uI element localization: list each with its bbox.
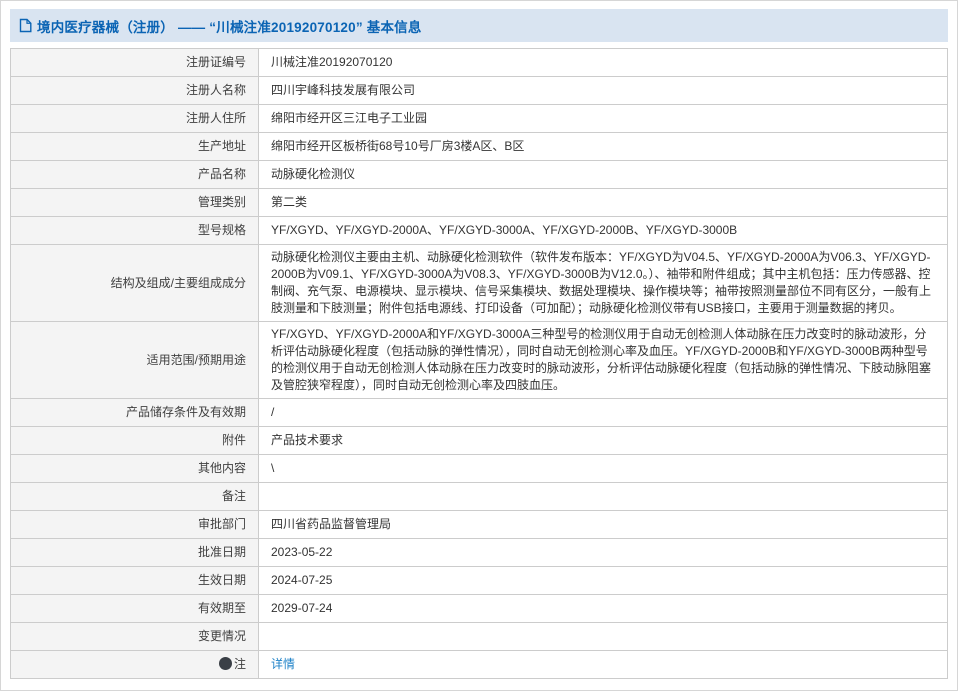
row-value: 2024-07-25 <box>259 567 948 595</box>
registration-info-table: 注册证编号川械注准20192070120注册人名称四川宇峰科技发展有限公司注册人… <box>10 48 948 679</box>
document-icon <box>19 18 32 33</box>
table-row: 注详情 <box>11 651 948 679</box>
row-value <box>259 623 948 651</box>
row-label: 其他内容 <box>11 455 259 483</box>
row-label: 注册人住所 <box>11 105 259 133</box>
detail-link[interactable]: 详情 <box>271 657 295 671</box>
row-value: 四川省药品监督管理局 <box>259 511 948 539</box>
row-value: / <box>259 399 948 427</box>
row-value: 川械注准20192070120 <box>259 49 948 77</box>
row-label: 管理类别 <box>11 189 259 217</box>
row-value: 2029-07-24 <box>259 595 948 623</box>
row-value: 产品技术要求 <box>259 427 948 455</box>
row-value: \ <box>259 455 948 483</box>
row-value: 动脉硬化检测仪 <box>259 161 948 189</box>
page-header: 境内医疗器械（注册） —— “川械注准20192070120” 基本信息 <box>10 9 948 42</box>
row-value: YF/XGYD、YF/XGYD-2000A和YF/XGYD-3000A三种型号的… <box>259 322 948 399</box>
note-icon <box>219 657 232 670</box>
table-row: 生效日期2024-07-25 <box>11 567 948 595</box>
table-row: 变更情况 <box>11 623 948 651</box>
row-label: 审批部门 <box>11 511 259 539</box>
row-label: 注 <box>11 651 259 679</box>
table-row: 注册人名称四川宇峰科技发展有限公司 <box>11 77 948 105</box>
row-label: 生产地址 <box>11 133 259 161</box>
row-value: YF/XGYD、YF/XGYD-2000A、YF/XGYD-3000A、YF/X… <box>259 217 948 245</box>
table-row: 审批部门四川省药品监督管理局 <box>11 511 948 539</box>
row-value: 动脉硬化检测仪主要由主机、动脉硬化检测软件（软件发布版本：YF/XGYD为V04… <box>259 245 948 322</box>
page-title: 境内医疗器械（注册） —— “川械注准20192070120” 基本信息 <box>37 16 422 36</box>
row-label: 有效期至 <box>11 595 259 623</box>
table-row: 批准日期2023-05-22 <box>11 539 948 567</box>
row-label: 型号规格 <box>11 217 259 245</box>
row-label: 备注 <box>11 483 259 511</box>
table-row: 有效期至2029-07-24 <box>11 595 948 623</box>
table-row: 适用范围/预期用途YF/XGYD、YF/XGYD-2000A和YF/XGYD-3… <box>11 322 948 399</box>
row-value: 绵阳市经开区板桥街68号10号厂房3楼A区、B区 <box>259 133 948 161</box>
row-label: 产品名称 <box>11 161 259 189</box>
table-row: 产品储存条件及有效期/ <box>11 399 948 427</box>
row-label: 结构及组成/主要组成成分 <box>11 245 259 322</box>
table-row: 备注 <box>11 483 948 511</box>
row-label: 附件 <box>11 427 259 455</box>
row-label: 注册人名称 <box>11 77 259 105</box>
row-value: 2023-05-22 <box>259 539 948 567</box>
row-label: 注册证编号 <box>11 49 259 77</box>
row-label: 批准日期 <box>11 539 259 567</box>
table-row: 生产地址绵阳市经开区板桥街68号10号厂房3楼A区、B区 <box>11 133 948 161</box>
table-row: 产品名称动脉硬化检测仪 <box>11 161 948 189</box>
table-row: 结构及组成/主要组成成分动脉硬化检测仪主要由主机、动脉硬化检测软件（软件发布版本… <box>11 245 948 322</box>
row-value: 详情 <box>259 651 948 679</box>
table-row: 附件产品技术要求 <box>11 427 948 455</box>
info-table-body: 注册证编号川械注准20192070120注册人名称四川宇峰科技发展有限公司注册人… <box>11 49 948 679</box>
row-label: 适用范围/预期用途 <box>11 322 259 399</box>
table-row: 管理类别第二类 <box>11 189 948 217</box>
row-value <box>259 483 948 511</box>
row-label: 产品储存条件及有效期 <box>11 399 259 427</box>
table-row: 其他内容\ <box>11 455 948 483</box>
registration-info-page: 境内医疗器械（注册） —— “川械注准20192070120” 基本信息 注册证… <box>0 0 958 691</box>
table-row: 注册证编号川械注准20192070120 <box>11 49 948 77</box>
row-label: 生效日期 <box>11 567 259 595</box>
row-label: 变更情况 <box>11 623 259 651</box>
row-value: 第二类 <box>259 189 948 217</box>
table-row: 注册人住所绵阳市经开区三江电子工业园 <box>11 105 948 133</box>
row-value: 绵阳市经开区三江电子工业园 <box>259 105 948 133</box>
row-value: 四川宇峰科技发展有限公司 <box>259 77 948 105</box>
table-row: 型号规格YF/XGYD、YF/XGYD-2000A、YF/XGYD-3000A、… <box>11 217 948 245</box>
